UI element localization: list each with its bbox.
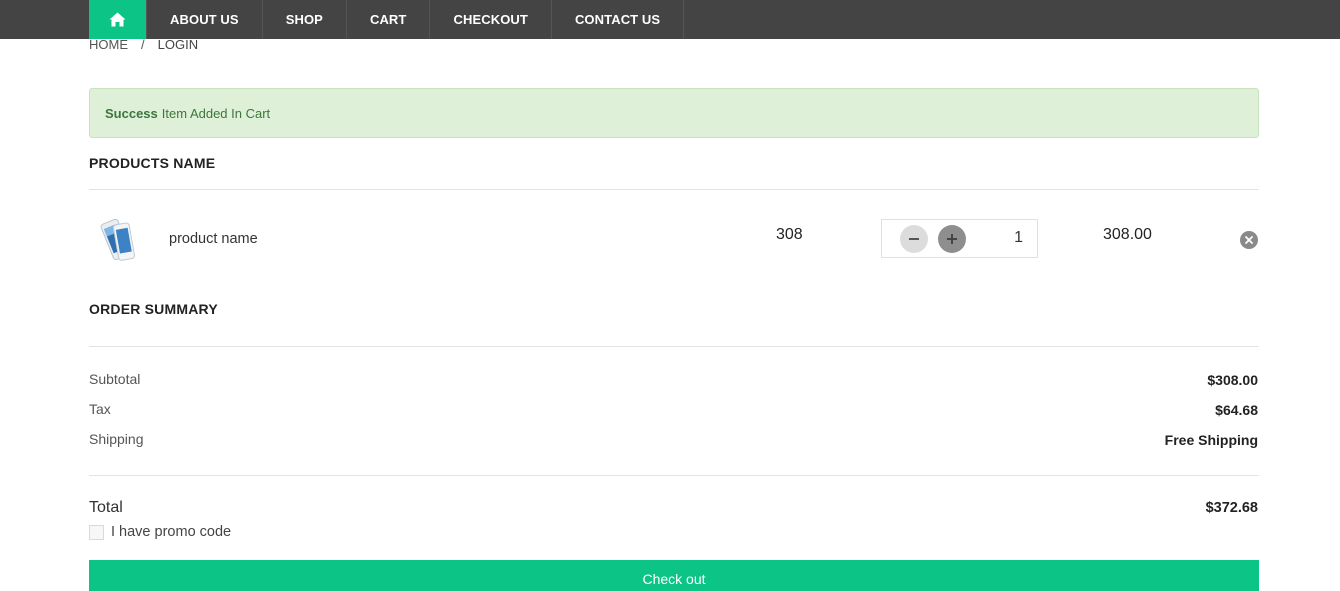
nav-item-contact-us[interactable]: CONTACT US	[552, 0, 685, 39]
nav-item-shop[interactable]: SHOP	[263, 0, 347, 39]
total-label: Total	[89, 499, 123, 516]
quantity-input[interactable]: 1	[1014, 229, 1023, 247]
breadcrumb-home[interactable]: HOME	[89, 37, 128, 52]
breadcrumb-current: LOGIN	[157, 37, 199, 52]
checkout-button[interactable]: Check out	[89, 560, 1259, 591]
promo-code-toggle[interactable]: I have promo code	[89, 524, 231, 540]
success-alert: Success Item Added In Cart	[89, 88, 1259, 138]
total-value: $372.68	[1205, 500, 1258, 516]
nav-menu: ABOUT US SHOP CART CHECKOUT CONTACT US	[89, 0, 685, 39]
minus-icon	[909, 238, 919, 240]
product-image[interactable]	[94, 216, 140, 264]
summary-divider-top	[89, 346, 1259, 347]
tax-label: Tax	[89, 401, 111, 417]
remove-item-button[interactable]	[1240, 231, 1258, 249]
order-summary-title: ORDER SUMMARY	[89, 301, 218, 317]
products-title: PRODUCTS NAME	[89, 155, 216, 171]
subtotal-label: Subtotal	[89, 371, 141, 387]
shipping-value: Free Shipping	[1164, 432, 1258, 448]
home-icon	[109, 12, 126, 27]
breadcrumb: HOME / LOGIN	[89, 37, 198, 52]
breadcrumb-separator: /	[141, 37, 145, 52]
quantity-increase-button[interactable]	[938, 225, 966, 253]
products-divider	[89, 189, 1259, 190]
product-name[interactable]: product name	[169, 231, 258, 247]
promo-checkbox[interactable]	[89, 524, 104, 540]
quantity-decrease-button[interactable]	[900, 225, 928, 253]
alert-message: Item Added In Cart	[161, 105, 271, 121]
nav-item-about-us[interactable]: ABOUT US	[146, 0, 263, 39]
nav-home-button[interactable]	[89, 0, 146, 39]
plus-icon	[947, 234, 957, 244]
quantity-stepper: 1	[881, 219, 1038, 258]
promo-label: I have promo code	[111, 524, 232, 540]
close-icon	[1245, 236, 1253, 244]
product-line-total: 308.00	[1103, 226, 1152, 243]
nav-item-cart[interactable]: CART	[347, 0, 431, 39]
subtotal-value: $308.00	[1207, 372, 1258, 388]
shipping-label: Shipping	[89, 431, 144, 447]
nav-item-checkout[interactable]: CHECKOUT	[430, 0, 552, 39]
tax-value: $64.68	[1215, 402, 1258, 418]
alert-strong: Success	[105, 105, 158, 121]
summary-divider-bottom	[89, 475, 1259, 476]
phone-product-icon	[100, 218, 135, 261]
top-navbar: ABOUT US SHOP CART CHECKOUT CONTACT US	[0, 0, 1340, 39]
product-price: 308	[776, 226, 803, 243]
